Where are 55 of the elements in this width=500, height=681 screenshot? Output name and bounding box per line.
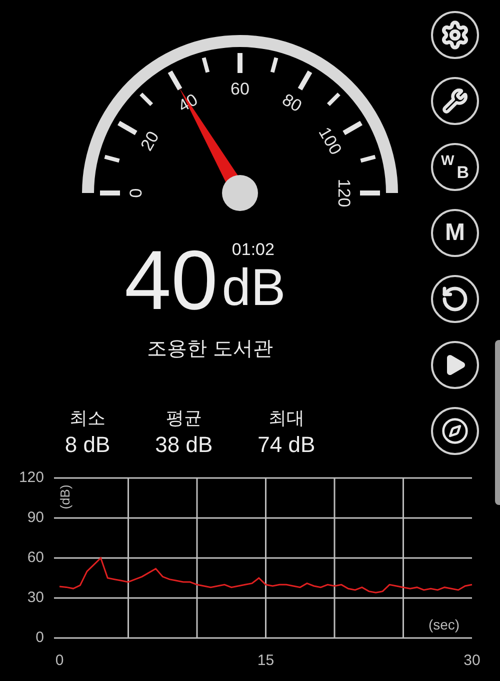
- gauge-tick: [168, 70, 182, 90]
- y-tick-label: 120: [18, 468, 44, 486]
- stat-label: 평균: [166, 407, 202, 430]
- scroll-handle[interactable]: [495, 340, 500, 505]
- gauge-label: 20: [136, 128, 163, 154]
- gauge-tick: [238, 53, 242, 73]
- gauge-tick: [270, 57, 278, 73]
- gauge-label: 60: [230, 79, 250, 98]
- y-tick-label: 90: [27, 508, 44, 526]
- y-tick-label: 30: [27, 588, 44, 606]
- needle-hub: [222, 175, 258, 211]
- stat-value: 74 dB: [258, 431, 316, 459]
- x-axis-label: (sec): [428, 616, 460, 633]
- stat-value: 8 dB: [64, 431, 110, 459]
- decibel-value: 40: [124, 238, 218, 322]
- y-axis-label: (dB): [57, 484, 72, 510]
- compass-button[interactable]: [431, 407, 479, 455]
- stat-label: 최대: [268, 407, 304, 430]
- gauge-tick: [140, 92, 154, 106]
- compass-icon: [441, 417, 469, 445]
- play-button[interactable]: [431, 341, 479, 389]
- wrench-button[interactable]: [431, 77, 479, 125]
- m-letter: M: [445, 218, 465, 248]
- gauge-tick: [298, 70, 312, 90]
- x-tick-label: 0: [55, 652, 64, 669]
- noise-description: 조용한 도서관: [147, 337, 273, 362]
- gauge-label: 40: [175, 90, 201, 116]
- gauge-tick: [202, 57, 210, 73]
- settings-icon: [440, 20, 470, 50]
- gauge-tick: [342, 120, 362, 136]
- stat-value: 38 dB: [155, 431, 213, 459]
- elapsed-time: 01:02: [232, 240, 274, 260]
- gauge-tick: [100, 190, 120, 196]
- y-tick-label: 0: [36, 628, 44, 646]
- gauge-tick: [104, 154, 120, 163]
- gauge-label: 100: [314, 124, 346, 158]
- gauge-tick: [360, 154, 376, 163]
- gauge-tick: [326, 92, 340, 106]
- reset-button[interactable]: [431, 275, 479, 323]
- y-tick-label: 60: [27, 548, 44, 566]
- gauge-label: 0: [126, 188, 146, 198]
- rotate-icon: [441, 285, 469, 313]
- gauge-label: 120: [334, 178, 354, 208]
- b-letter: B: [456, 164, 469, 181]
- text-button[interactable]: M: [431, 209, 479, 257]
- gauge-label: 80: [279, 90, 305, 116]
- w-letter: W: [441, 153, 454, 167]
- wrench-icon: [442, 88, 468, 114]
- settings-button[interactable]: [431, 11, 479, 59]
- x-tick-label: 30: [464, 652, 480, 669]
- gauge-tick: [118, 120, 138, 136]
- stat-label: 최소: [69, 407, 106, 430]
- x-tick-label: 15: [257, 652, 274, 669]
- decibel-unit: dB: [222, 260, 286, 316]
- gauge-tick: [360, 190, 380, 196]
